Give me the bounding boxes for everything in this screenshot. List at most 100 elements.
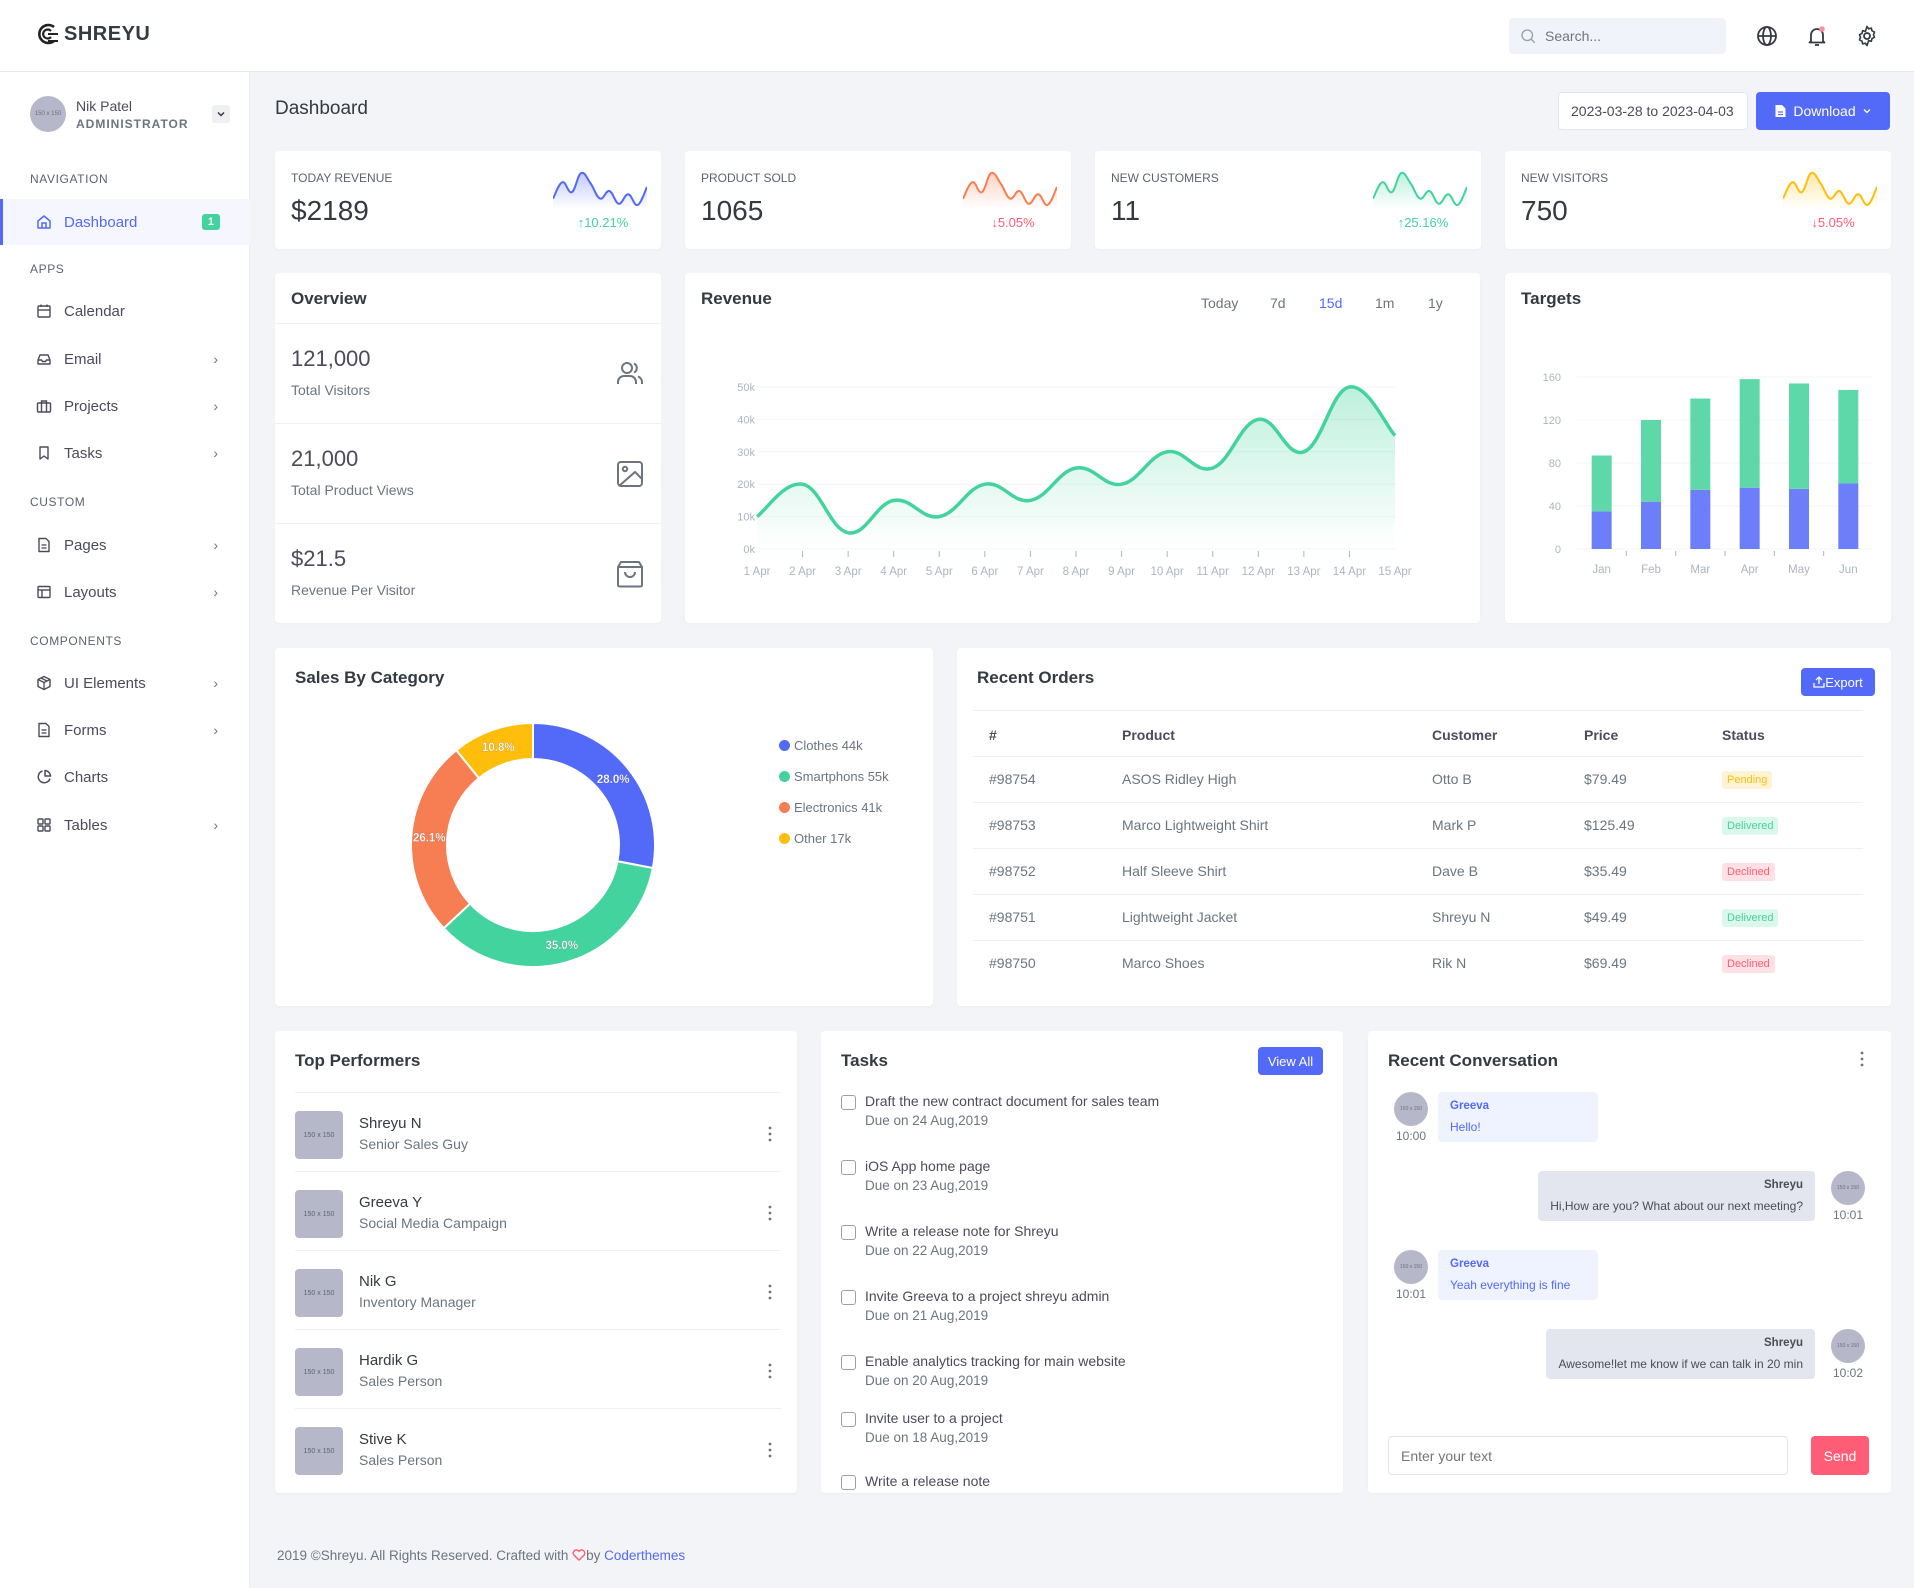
gear-icon[interactable] <box>1855 24 1879 48</box>
more-vertical-icon[interactable] <box>765 1125 775 1143</box>
overview-label: Revenue Per Visitor <box>291 582 416 598</box>
user-profile[interactable]: 150 x 150 Nik Patel ADMINISTRATOR <box>30 96 189 132</box>
date-range-picker[interactable]: 2023-03-28 to 2023-04-03 <box>1558 92 1748 130</box>
order-price: $69.49 <box>1584 955 1627 971</box>
range-tab-today[interactable]: Today <box>1201 295 1238 311</box>
x-tick-label: 9 Apr <box>1108 566 1135 578</box>
more-vertical-icon[interactable] <box>765 1204 775 1222</box>
search-box[interactable] <box>1509 18 1726 54</box>
bar-jan-series-1 <box>1591 511 1612 549</box>
sidebar-item-tasks[interactable]: Tasks › <box>0 430 250 476</box>
search-icon <box>1521 29 1536 44</box>
chat-message-input[interactable] <box>1388 1436 1788 1475</box>
order-product: Marco Lightweight Shirt <box>1122 817 1269 833</box>
sidebar-item-forms[interactable]: Forms › <box>0 707 250 753</box>
sidebar-item-calendar[interactable]: Calendar <box>0 288 250 334</box>
sidebar-item-dashboard[interactable]: Dashboard 1 <box>0 199 250 245</box>
order-product: Lightweight Jacket <box>1122 909 1238 925</box>
stat-label: NEW VISITORS <box>1521 171 1609 185</box>
x-tick-label: 14 Apr <box>1333 566 1366 578</box>
footer-text: 2019 ©Shreyu. All Rights Reserved. Craft… <box>277 1548 573 1563</box>
legend-item[interactable]: Clothes 44k <box>779 738 863 753</box>
slice-label: 26.1% <box>413 833 446 845</box>
x-tick-label: 1 Apr <box>744 566 771 578</box>
legend-item[interactable]: Smartphons 55k <box>779 769 889 784</box>
task-checkbox[interactable] <box>841 1412 856 1427</box>
task-title: Invite Greeva to a project shreyu admin <box>865 1288 1110 1304</box>
download-button[interactable]: Download <box>1756 92 1890 130</box>
targets-bar-chart: 0 40 80 120 160 Jan Feb Mar Apr May Jun <box>1543 372 1873 576</box>
task-checkbox[interactable] <box>841 1290 856 1305</box>
more-vertical-icon[interactable] <box>765 1441 775 1459</box>
more-vertical-icon[interactable] <box>765 1283 775 1301</box>
y-tick-label: 10k <box>737 512 755 524</box>
slice-label: 28.0% <box>597 774 630 786</box>
logo[interactable]: SHREYU <box>36 22 150 46</box>
sidebar-item-charts[interactable]: Charts <box>0 754 250 800</box>
table-row[interactable]: #98750 Marco Shoes Rik N $69.49 Declined <box>973 940 1863 986</box>
sidebar-item-ui-elements[interactable]: UI Elements › <box>0 660 250 706</box>
order-id: #98754 <box>989 771 1036 787</box>
order-id: #98750 <box>989 955 1036 971</box>
table-row[interactable]: #98753 Marco Lightweight Shirt Mark P $125.… <box>973 802 1863 848</box>
legend-item[interactable]: Electronics 41k <box>779 800 882 815</box>
sales-donut-chart: 28.0% 35.0% 26.1% 10.8% <box>410 721 656 968</box>
sidebar-item-projects[interactable]: Projects › <box>0 383 250 429</box>
globe-icon[interactable] <box>1755 24 1779 48</box>
bar-mar-series-1 <box>1690 489 1711 549</box>
order-product: Half Sleeve Shirt <box>1122 863 1227 879</box>
performer-role: Inventory Manager <box>359 1294 476 1310</box>
stat-value: 1065 <box>701 195 764 226</box>
legend-label: Electronics 41k <box>794 800 883 815</box>
table-row[interactable]: #98752 Half Sleeve Shirt Dave B $35.49 Decli… <box>973 848 1863 894</box>
x-tick-label: 11 Apr <box>1197 566 1230 578</box>
sparkline-chart <box>1373 171 1467 209</box>
chevron-right-icon: › <box>213 351 218 367</box>
view-all-button[interactable]: View All <box>1258 1047 1323 1075</box>
revenue-area-chart: 0k 10k 20k 30k 40k 50k 1 Apr 2 Apr 3 Apr 4 Apr 5 A… <box>737 382 1412 578</box>
range-tab-1m[interactable]: 1m <box>1375 295 1394 311</box>
sidebar-item-tables[interactable]: Tables › <box>0 802 250 848</box>
calendar-icon <box>37 304 51 318</box>
task-checkbox[interactable] <box>841 1225 856 1240</box>
chevron-right-icon: › <box>213 537 218 553</box>
message-sender: Greeva <box>1450 1258 1490 1270</box>
footer: 2019 ©Shreyu. All Rights Reserved. Craft… <box>277 1548 685 1563</box>
task-checkbox[interactable] <box>841 1475 856 1490</box>
message-time: 10:02 <box>1832 1366 1864 1380</box>
bell-icon[interactable] <box>1805 24 1829 48</box>
sidebar-item-pages[interactable]: Pages › <box>0 522 250 568</box>
task-checkbox[interactable] <box>841 1355 856 1370</box>
list-item: 150 x 150 Stive K Sales Person <box>295 1408 781 1487</box>
order-customer: Mark P <box>1432 817 1477 833</box>
user-menu-toggle[interactable] <box>212 105 230 123</box>
task-checkbox[interactable] <box>841 1160 856 1175</box>
shopping-bag-icon <box>617 561 643 588</box>
task-title: Invite user to a project <box>865 1410 1003 1426</box>
legend-dot <box>779 802 790 813</box>
legend-label: Other 17k <box>794 831 852 846</box>
chevron-right-icon: › <box>213 722 218 738</box>
search-input[interactable] <box>1545 28 1705 44</box>
chevron-right-icon: › <box>213 445 218 461</box>
slice-label: 35.0% <box>545 940 578 952</box>
more-vertical-icon[interactable] <box>1859 1051 1865 1067</box>
bar-jun-series-2 <box>1838 389 1859 484</box>
task-checkbox[interactable] <box>841 1095 856 1110</box>
range-tab-15d[interactable]: 15d <box>1319 295 1342 311</box>
export-button[interactable]: Export <box>1801 668 1875 696</box>
table-row[interactable]: #98751 Lightweight Jacket Shreyu N $49.49 De… <box>973 894 1863 940</box>
send-button[interactable]: Send <box>1811 1436 1869 1475</box>
legend-item[interactable]: Other 17k <box>779 831 851 846</box>
table-row[interactable]: #98754 ASOS Ridley High Otto B $79.49 Pendin… <box>973 756 1863 802</box>
footer-link[interactable]: Coderthemes <box>604 1548 685 1563</box>
bar-apr-series-1 <box>1739 487 1760 549</box>
sidebar-item-layouts[interactable]: Layouts › <box>0 569 250 615</box>
more-vertical-icon[interactable] <box>765 1362 775 1380</box>
revenue-card: Revenue Today 7d 15d 1m 1y 0k 10k 20k 30k 40… <box>685 273 1480 623</box>
range-tab-7d[interactable]: 7d <box>1270 295 1286 311</box>
range-tab-1y[interactable]: 1y <box>1428 295 1443 311</box>
divider <box>973 710 1863 711</box>
sidebar-item-email[interactable]: Email › <box>0 336 250 382</box>
y-tick-label: 20k <box>737 479 755 491</box>
